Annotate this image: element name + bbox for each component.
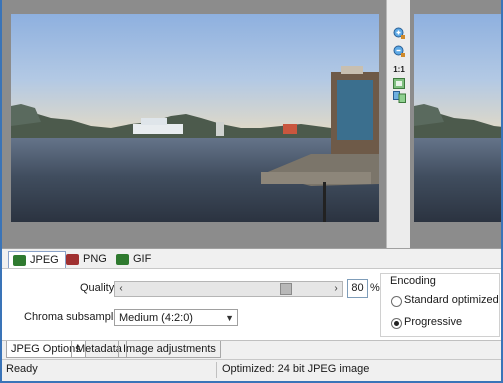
quality-unit: %	[370, 282, 380, 294]
jpeg-options-panel: Quality: ‹ › 80 % Chroma subsampling: Me…	[2, 268, 501, 341]
app-window: 1:1 JPEG PNG GIF Quality: ‹ › 80 % Chrom…	[2, 0, 501, 381]
subsampling-select[interactable]: Medium (4:2:0) ▼	[114, 309, 238, 326]
compare-glyph	[392, 91, 406, 103]
original-preview-pane[interactable]	[2, 0, 386, 248]
radio-progressive-label[interactable]: Progressive	[404, 316, 462, 328]
compare-icon[interactable]	[392, 90, 406, 104]
encoding-title: Encoding	[390, 275, 436, 287]
harbor-photo-optimized	[414, 14, 501, 222]
radio-standard-optimized[interactable]	[391, 296, 402, 307]
slider-left-arrow[interactable]: ‹	[116, 282, 126, 296]
options-tabs: JPEG Options Metadata Image adjustments	[2, 340, 501, 359]
zoom-in-glyph	[393, 27, 405, 39]
tab-image-adjustments[interactable]: Image adjustments	[118, 341, 221, 358]
chevron-down-icon: ▼	[225, 313, 234, 323]
jpeg-file-icon	[13, 254, 26, 266]
tab-jpeg[interactable]: JPEG	[8, 251, 66, 268]
radio-standard-label[interactable]: Standard optimized	[404, 294, 499, 306]
zoom-out-glyph	[393, 45, 405, 57]
fit-window-glyph	[393, 77, 405, 89]
gif-file-icon	[116, 253, 129, 265]
format-tabs: JPEG PNG GIF	[2, 248, 501, 269]
slider-thumb[interactable]	[279, 283, 292, 295]
quality-slider[interactable]: ‹ ›	[114, 281, 343, 297]
preview-toolbar: 1:1	[386, 0, 412, 248]
tab-gif-label: GIF	[133, 253, 152, 265]
zoom-in-icon[interactable]	[392, 26, 406, 40]
harbor-photo	[11, 14, 379, 222]
fit-window-icon[interactable]	[392, 76, 406, 90]
quality-label: Quality:	[80, 282, 118, 294]
status-ready: Ready	[6, 363, 38, 375]
tab-gif[interactable]: GIF	[112, 251, 157, 267]
slider-right-arrow[interactable]: ›	[331, 282, 341, 296]
tab-png[interactable]: PNG	[62, 251, 113, 267]
optimized-preview-pane[interactable]	[410, 0, 501, 248]
preview-area: 1:1	[2, 0, 501, 248]
tab-jpeg-label: JPEG	[30, 254, 59, 266]
status-separator	[216, 362, 217, 378]
encoding-group: Encoding Standard optimized Progressive	[380, 273, 500, 337]
radio-progressive[interactable]	[391, 318, 402, 329]
harbor-photo-optimized-graphic	[414, 14, 501, 222]
harbor-photo-graphic	[11, 14, 379, 222]
quality-input[interactable]: 80	[347, 279, 368, 298]
png-file-icon	[66, 253, 79, 265]
subsampling-value: Medium (4:2:0)	[119, 312, 193, 324]
tab-png-label: PNG	[83, 253, 107, 265]
actual-size-icon[interactable]: 1:1	[392, 62, 406, 76]
zoom-out-icon[interactable]	[392, 44, 406, 58]
status-optimized: Optimized: 24 bit JPEG image	[222, 363, 370, 375]
status-bar: Ready Optimized: 24 bit JPEG image	[2, 359, 501, 381]
